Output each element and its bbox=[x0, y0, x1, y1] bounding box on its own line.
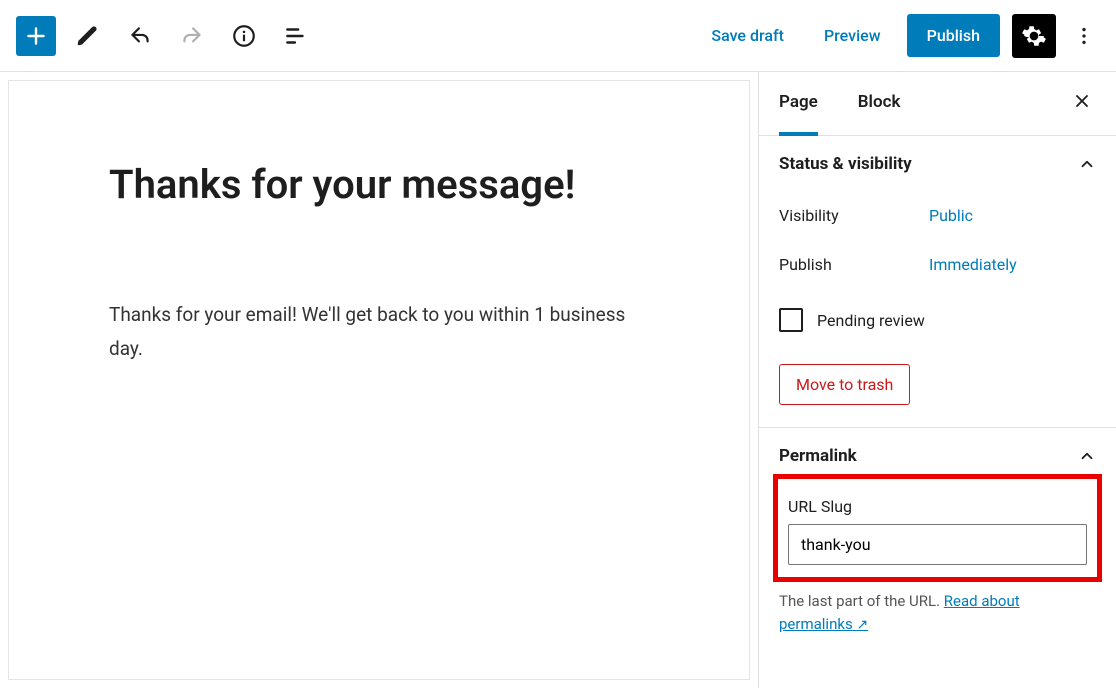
visibility-value[interactable]: Public bbox=[929, 206, 973, 225]
section-status-visibility-header[interactable]: Status & visibility bbox=[779, 154, 1096, 174]
section-title: Status & visibility bbox=[779, 154, 912, 174]
save-draft-button[interactable]: Save draft bbox=[697, 16, 798, 55]
section-permalink: Permalink URL Slug The last part of the … bbox=[759, 428, 1116, 658]
plus-icon bbox=[23, 23, 49, 49]
add-block-button[interactable] bbox=[16, 16, 56, 56]
visibility-row: Visibility Public bbox=[779, 182, 1096, 231]
list-view-icon bbox=[283, 23, 309, 49]
editor-wrapper: Thanks for your message! Thanks for your… bbox=[0, 72, 758, 688]
chevron-up-icon bbox=[1078, 447, 1096, 465]
page-body-paragraph[interactable]: Thanks for your email! We'll get back to… bbox=[109, 298, 649, 366]
editor-canvas[interactable]: Thanks for your message! Thanks for your… bbox=[8, 80, 750, 680]
sidebar-tabs: Page Block bbox=[759, 72, 1116, 136]
editor-toolbar: Save draft Preview Publish bbox=[0, 0, 1116, 72]
redo-button[interactable] bbox=[172, 16, 212, 56]
preview-button[interactable]: Preview bbox=[810, 16, 895, 55]
publish-value[interactable]: Immediately bbox=[929, 255, 1017, 274]
toolbar-right: Save draft Preview Publish bbox=[697, 14, 1100, 58]
page-title[interactable]: Thanks for your message! bbox=[109, 161, 649, 208]
info-button[interactable] bbox=[224, 16, 264, 56]
close-sidebar-button[interactable] bbox=[1068, 87, 1096, 121]
publish-label: Publish bbox=[779, 255, 929, 274]
close-icon bbox=[1072, 91, 1092, 111]
chevron-up-icon bbox=[1078, 155, 1096, 173]
pencil-icon bbox=[75, 23, 101, 49]
visibility-label: Visibility bbox=[779, 206, 929, 225]
undo-icon bbox=[127, 23, 153, 49]
pending-review-label: Pending review bbox=[817, 311, 925, 330]
pending-review-row: Pending review bbox=[779, 280, 1096, 346]
move-to-trash-button[interactable]: Move to trash bbox=[779, 364, 910, 405]
permalink-help-prefix: The last part of the URL. bbox=[779, 592, 944, 610]
undo-button[interactable] bbox=[120, 16, 160, 56]
publish-row: Publish Immediately bbox=[779, 231, 1096, 280]
more-options-button[interactable] bbox=[1068, 14, 1100, 58]
tab-block[interactable]: Block bbox=[858, 72, 901, 136]
info-icon bbox=[231, 23, 257, 49]
url-slug-highlight: URL Slug bbox=[773, 474, 1102, 582]
tab-page[interactable]: Page bbox=[779, 72, 818, 136]
permalink-help-text: The last part of the URL. Read about per… bbox=[779, 590, 1096, 636]
publish-button[interactable]: Publish bbox=[907, 14, 1000, 57]
edit-mode-button[interactable] bbox=[68, 16, 108, 56]
settings-sidebar: Page Block Status & visibility Visibilit… bbox=[758, 72, 1116, 688]
url-slug-input[interactable] bbox=[788, 524, 1087, 565]
section-permalink-header[interactable]: Permalink bbox=[779, 446, 1096, 466]
settings-button[interactable] bbox=[1012, 14, 1056, 58]
section-status-visibility: Status & visibility Visibility Public Pu… bbox=[759, 136, 1116, 428]
toolbar-left bbox=[16, 16, 316, 56]
url-slug-label: URL Slug bbox=[788, 497, 1087, 516]
kebab-icon bbox=[1073, 25, 1095, 47]
redo-icon bbox=[179, 23, 205, 49]
pending-review-checkbox[interactable] bbox=[779, 308, 803, 332]
external-link-icon: ↗ bbox=[856, 617, 868, 633]
content-area: Thanks for your message! Thanks for your… bbox=[0, 72, 1116, 688]
section-title: Permalink bbox=[779, 446, 857, 466]
outline-button[interactable] bbox=[276, 16, 316, 56]
gear-icon bbox=[1021, 23, 1047, 49]
